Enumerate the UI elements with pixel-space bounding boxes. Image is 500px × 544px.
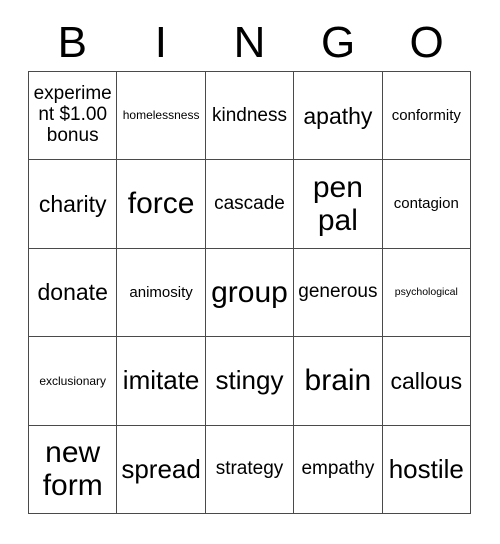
bingo-cell-label: psychological	[394, 285, 458, 298]
bingo-cell-label: donate	[37, 279, 108, 306]
bingo-card: B I N G O experiment $1.00 bonus homelessness…	[0, 0, 500, 544]
bingo-header-letter-i: I	[154, 17, 167, 67]
bingo-cell-label: experiment $1.00 bonus	[33, 83, 112, 147]
bingo-cell[interactable]: force	[117, 160, 206, 249]
bingo-cell[interactable]: apathy	[294, 72, 383, 161]
bingo-header-letter-n: N	[233, 17, 266, 67]
bingo-cell[interactable]: group	[205, 248, 295, 338]
bingo-cell-label: exclusionary	[39, 373, 107, 388]
bingo-cell[interactable]: imitate	[117, 337, 206, 426]
bingo-cell-label: imitate	[122, 365, 200, 396]
bingo-header-letter-b: B	[57, 17, 87, 67]
bingo-cell-label: force	[127, 187, 195, 221]
bingo-cell[interactable]: pen pal	[294, 160, 383, 249]
bingo-cell-label: hostile	[388, 453, 464, 484]
bingo-cell[interactable]: donate	[29, 248, 118, 338]
bingo-cell-label: charity	[38, 190, 107, 217]
bingo-cell-label: cascade	[214, 193, 285, 215]
bingo-cell-label: spread	[121, 453, 201, 484]
bingo-cell-label: kindness	[211, 104, 287, 126]
bingo-cell-label: conformity	[391, 106, 461, 124]
bingo-cell-label: stingy	[215, 365, 284, 396]
bingo-cell[interactable]: new form	[29, 425, 118, 514]
bingo-cell[interactable]: stingy	[205, 337, 295, 426]
bingo-cell-label: animosity	[129, 283, 193, 301]
bingo-cell[interactable]: hostile	[382, 425, 471, 514]
bingo-cell[interactable]: generous	[294, 248, 383, 338]
bingo-cell[interactable]: brain	[294, 337, 383, 426]
bingo-cell-label: generous	[298, 281, 378, 303]
bingo-cell-label: apathy	[303, 102, 373, 129]
bingo-cell[interactable]: strategy	[205, 425, 295, 514]
bingo-cell-label: empathy	[301, 458, 375, 480]
bingo-cell[interactable]: callous	[382, 337, 471, 426]
bingo-cell[interactable]: psychological	[382, 248, 471, 338]
bingo-cell[interactable]: contagion	[382, 160, 471, 249]
bingo-cell[interactable]: kindness	[205, 72, 295, 161]
bingo-cell-label: brain	[304, 363, 372, 397]
bingo-cell[interactable]: exclusionary	[29, 337, 118, 426]
bingo-grid: experiment $1.00 bonus homelessness kindne…	[28, 71, 471, 514]
bingo-cell-label: pen pal	[312, 171, 363, 238]
bingo-cell[interactable]: homelessness	[117, 72, 206, 161]
bingo-cell[interactable]: spread	[117, 425, 206, 514]
bingo-cell[interactable]: conformity	[382, 72, 471, 161]
bingo-cell-label: contagion	[393, 195, 459, 213]
bingo-cell[interactable]: animosity	[117, 248, 206, 338]
bingo-cell[interactable]: empathy	[294, 425, 383, 514]
bingo-cell-label: new form	[42, 436, 103, 503]
bingo-cell-label: group	[211, 275, 288, 309]
bingo-cell[interactable]: charity	[29, 160, 118, 249]
bingo-header-letter-o: O	[409, 17, 444, 67]
bingo-cell[interactable]: cascade	[205, 160, 295, 249]
bingo-cell[interactable]: experiment $1.00 bonus	[29, 72, 118, 161]
bingo-cell-label: homelessness	[122, 108, 200, 123]
bingo-cell-label: strategy	[215, 458, 284, 480]
bingo-header-row: BINGO	[28, 14, 471, 71]
bingo-cell-label: callous	[390, 367, 463, 394]
bingo-header-letter-g: G	[320, 17, 356, 67]
